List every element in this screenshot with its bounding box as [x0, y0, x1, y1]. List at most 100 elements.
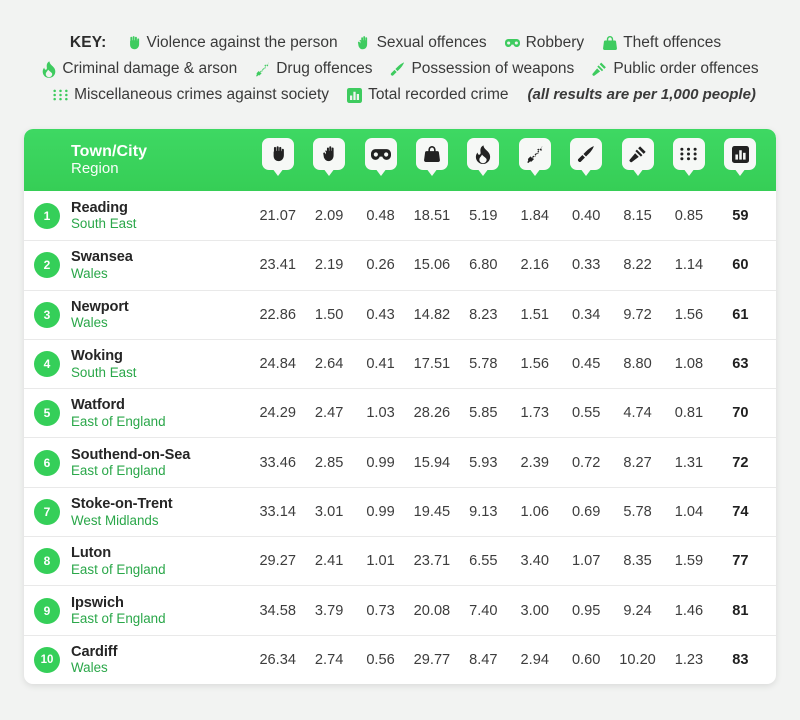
syringe-icon — [255, 61, 270, 78]
value-cell: 33.46 — [259, 454, 296, 471]
value-cell: 8.47 — [469, 651, 498, 668]
rank-badge: 7 — [34, 498, 60, 525]
key-item-weapons: Possession of weapons — [390, 56, 574, 82]
rank-badge: 1 — [34, 202, 60, 229]
key-item-label: Drug offences — [276, 60, 373, 77]
value-cell: 3.00 — [520, 602, 549, 619]
value-cell: 0.43 — [366, 306, 395, 323]
dots-grid-icon — [672, 138, 705, 170]
town-name: Watford — [71, 397, 125, 414]
row-name-cell: 2 Swansea Wales — [24, 249, 252, 281]
value-cell: 5.19 — [469, 207, 498, 224]
row-values: 29.27 2.41 1.01 23.71 6.55 3.40 1.07 8.35 1.59 77 — [252, 553, 776, 569]
value-cell: 0.33 — [571, 257, 601, 274]
value-cell: 0.73 — [366, 602, 395, 619]
key-row-3: Miscellaneous crimes against society Tot… — [24, 82, 776, 108]
rank-badge: 2 — [34, 252, 60, 279]
value-cell: 3.79 — [314, 602, 344, 619]
fist-icon — [126, 35, 141, 52]
value-cell: 23.41 — [259, 257, 296, 274]
bar-chart-icon — [347, 87, 363, 104]
value-cell: 14.82 — [413, 306, 451, 323]
value-cell: 1.01 — [366, 553, 395, 570]
value-cell: 15.94 — [413, 454, 451, 471]
key-item-label: Public order offences — [613, 60, 759, 77]
value-cell: 0.99 — [366, 503, 395, 520]
value-cell: 1.31 — [674, 454, 704, 471]
row-name-cell: 1 Reading South East — [24, 200, 252, 232]
row-values: 21.07 2.09 0.48 18.51 5.19 1.84 0.40 8.15 0.85 59 — [252, 208, 776, 224]
value-cell: 0.55 — [571, 405, 601, 422]
value-cell: 2.19 — [314, 257, 344, 274]
town-name: Luton — [71, 545, 112, 562]
column-header-violence[interactable] — [252, 129, 303, 191]
value-cell: 1.23 — [674, 651, 704, 668]
table-row[interactable]: 10 Cardiff Wales 26.34 2.74 0.56 29.77 8.47 2.94… — [24, 634, 776, 684]
table-row[interactable]: 8 Luton East of England 29.27 2.41 1.01 23.71 6… — [24, 536, 776, 585]
column-header-misc[interactable] — [663, 129, 714, 191]
value-cell: 5.85 — [469, 405, 498, 422]
column-header-public-order[interactable] — [612, 129, 663, 191]
value-cell: 10.20 — [619, 651, 656, 668]
value-cell: 19.45 — [413, 503, 451, 520]
row-labels: Swansea Wales — [71, 249, 133, 281]
table-row[interactable]: 2 Swansea Wales 23.41 2.19 0.26 15.06 6.80 2.16 0… — [24, 240, 776, 289]
column-header-theft[interactable] — [406, 129, 457, 191]
column-header-total[interactable] — [715, 129, 766, 191]
value-cell: 29.27 — [259, 553, 296, 570]
table-row[interactable]: 5 Watford East of England 24.29 2.47 1.03 28.2… — [24, 388, 776, 437]
open-hand-icon — [356, 35, 371, 52]
table-row[interactable]: 7 Stoke-on-Trent West Midlands 33.14 3.01 0.9… — [24, 486, 776, 536]
row-values: 34.58 3.79 0.73 20.08 7.40 3.00 0.95 9.24 1.46 81 — [252, 603, 776, 619]
key-item-sexual: Sexual offences — [356, 30, 487, 56]
value-cell: 33.14 — [259, 503, 296, 520]
value-cell: 6.80 — [469, 257, 498, 274]
bar-chart-icon — [724, 138, 757, 170]
key-item-label: Sexual offences — [376, 34, 487, 51]
column-header-town: Town/City — [71, 142, 148, 160]
table-row[interactable]: 4 Woking South East 24.84 2.64 0.41 17.51 5.78 1… — [24, 338, 776, 388]
row-labels: Cardiff Wales — [71, 644, 117, 676]
row-name-cell: 7 Stoke-on-Trent West Midlands — [24, 496, 252, 528]
value-cell: 24.84 — [259, 356, 296, 373]
row-labels: Watford East of England — [71, 397, 166, 429]
total-value-cell: 72 — [732, 454, 749, 471]
table-row[interactable]: 9 Ipswich East of England 34.58 3.79 0.73 20.0… — [24, 585, 776, 634]
value-cell: 0.99 — [366, 454, 395, 471]
column-header-weapons[interactable] — [560, 129, 611, 191]
key-label: KEY: — [69, 34, 107, 51]
value-cell: 5.78 — [623, 503, 652, 520]
table-header: Town/City Region — [24, 129, 776, 191]
value-cell: 0.81 — [674, 405, 704, 422]
region-name: Wales — [71, 266, 108, 282]
value-cell: 0.95 — [571, 602, 601, 619]
region-name: East of England — [71, 463, 166, 479]
value-cell: 3.01 — [314, 503, 344, 520]
town-name: Swansea — [71, 249, 133, 266]
column-header-drug[interactable] — [509, 129, 560, 191]
row-labels: Luton East of England — [71, 545, 166, 577]
row-values: 33.46 2.85 0.99 15.94 5.93 2.39 0.72 8.27 1.31 72 — [252, 455, 776, 471]
value-cell: 6.55 — [469, 553, 498, 570]
column-header-criminal-damage[interactable] — [458, 129, 509, 191]
gavel-icon — [592, 61, 607, 78]
value-cell: 2.74 — [314, 651, 344, 668]
value-cell: 8.35 — [623, 553, 652, 570]
value-cell: 28.26 — [413, 405, 451, 422]
table-row[interactable]: 1 Reading South East 21.07 2.09 0.48 18.51 5.19… — [24, 191, 776, 240]
open-hand-icon — [313, 138, 346, 170]
column-header-robbery[interactable] — [355, 129, 406, 191]
rank-badge: 5 — [34, 400, 60, 427]
town-name: Stoke-on-Trent — [71, 495, 173, 512]
total-value-cell: 74 — [732, 503, 749, 520]
value-cell: 1.06 — [520, 503, 549, 520]
town-name: Southend-on-Sea — [71, 446, 191, 463]
value-cell: 0.69 — [571, 503, 601, 520]
row-values: 33.14 3.01 0.99 19.45 9.13 1.06 0.69 5.78 1.04 74 — [252, 504, 776, 520]
value-cell: 2.16 — [520, 257, 549, 274]
column-header-sexual[interactable] — [303, 129, 354, 191]
table-row[interactable]: 6 Southend-on-Sea East of England 33.46 2.85… — [24, 437, 776, 486]
region-name: South East — [71, 364, 137, 380]
table-row[interactable]: 3 Newport Wales 22.86 1.50 0.43 14.82 8.23 1.51 0… — [24, 289, 776, 339]
value-cell: 29.77 — [413, 651, 451, 668]
